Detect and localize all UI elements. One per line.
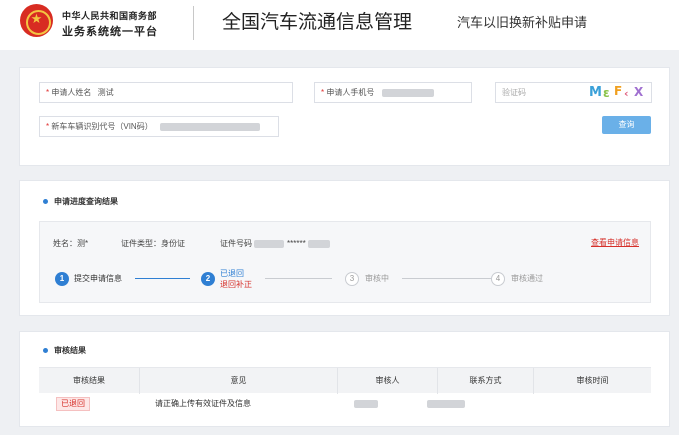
vin-field[interactable]: * 新车车辆识别代号（VIN码） <box>39 116 279 137</box>
review-status-cell: 已退回 <box>56 396 90 412</box>
required-mark: * <box>46 88 50 97</box>
page-subtitle: 汽车以旧换新补贴申请 <box>457 15 588 30</box>
applicant-name-info: 姓名：测* <box>53 239 89 248</box>
review-result-panel: 审核结果 审核结果 意见 审核人 联系方式 审核时间 已退回 请正确上传有效证件… <box>19 331 670 427</box>
applicant-name-value: 测试 <box>97 88 114 97</box>
svg-text:‹: ‹ <box>624 87 629 100</box>
reviewer-cell <box>354 396 378 412</box>
result-section-title-text: 审核结果 <box>54 346 86 355</box>
bullet-icon <box>43 199 48 205</box>
redacted-id <box>254 239 284 248</box>
redacted-reviewer <box>354 399 378 408</box>
step-connector-3 <box>402 278 492 279</box>
table-header: 审核结果 意见 审核人 联系方式 审核时间 <box>39 367 651 394</box>
step-3-label: 审核中 <box>365 274 389 283</box>
svg-text:X: X <box>634 85 644 99</box>
step-1-label: 提交申请信息 <box>74 274 122 283</box>
progress-panel: 申请进度查询结果 姓名：测* 证件类型：身份证 证件号码 ****** 查看申请信… <box>19 180 670 316</box>
applicant-phone-field[interactable]: * 申请人手机号 <box>314 82 472 103</box>
step-4-label: 审核通过 <box>511 274 543 283</box>
step-4-indicator: 4 <box>491 272 505 286</box>
progress-section-title-text: 申请进度查询结果 <box>54 197 118 206</box>
id-number-label: 证件号码 <box>220 239 252 248</box>
id-type-info: 证件类型：身份证 <box>121 239 185 248</box>
progress-section-title: 申请进度查询结果 <box>43 196 118 207</box>
view-application-link[interactable]: 查看申请信息 <box>591 237 639 248</box>
column-header: 审核结果 <box>73 376 105 385</box>
bullet-icon <box>43 348 48 354</box>
progress-box: 姓名：测* 证件类型：身份证 证件号码 ****** 查看申请信息 1 提交申请信… <box>39 221 651 303</box>
review-opinion-cell: 请正确上传有效证件及信息 <box>155 399 251 408</box>
vin-label: 新车车辆识别代号（VIN码） <box>51 122 153 131</box>
query-form-panel: * 申请人姓名 测试 * 申请人手机号 验证码 M ε F ‹ X * 新车车辆… <box>19 67 670 166</box>
result-section-title: 审核结果 <box>43 345 86 356</box>
captcha-placeholder: 验证码 <box>502 88 526 97</box>
column-header: 意见 <box>139 368 337 394</box>
page-title: 全国汽车流通信息管理 <box>222 12 413 33</box>
contact-cell <box>427 396 465 412</box>
applicant-name-field[interactable]: * 申请人姓名 测试 <box>39 82 293 103</box>
id-number-info: 证件号码 ****** <box>220 238 330 249</box>
svg-text:M: M <box>589 85 602 100</box>
column-header: 审核时间 <box>533 368 651 394</box>
redacted-phone <box>381 88 434 97</box>
redacted-id <box>307 239 330 248</box>
required-mark: * <box>321 88 325 97</box>
step-2-label: 已退回 <box>220 269 244 278</box>
header-divider <box>193 6 194 40</box>
svg-text:ε: ε <box>603 86 610 100</box>
captcha-image[interactable]: M ε F ‹ X <box>588 82 648 100</box>
header: 中华人民共和国商务部 业务系统统一平台 全国汽车流通信息管理 汽车以旧换新补贴申… <box>0 0 679 50</box>
platform-name: 业务系统统一平台 <box>62 26 158 38</box>
redacted-vin <box>159 122 260 131</box>
svg-text:F: F <box>614 84 622 98</box>
id-number-mask: ****** <box>287 239 306 248</box>
applicant-name-label: 申请人姓名 <box>51 88 92 97</box>
step-connector-2 <box>265 278 332 279</box>
step-3-indicator: 3 <box>345 272 359 286</box>
step-2-sublabel: 退回补正 <box>220 280 252 289</box>
column-header: 审核人 <box>337 368 437 394</box>
query-button[interactable]: 查询 <box>602 116 651 134</box>
applicant-phone-label: 申请人手机号 <box>326 88 375 97</box>
redacted-contact <box>427 399 465 408</box>
org-name: 中华人民共和国商务部 <box>62 11 158 21</box>
step-connector-1 <box>135 278 190 279</box>
required-mark: * <box>46 122 50 131</box>
national-emblem-icon <box>20 4 53 37</box>
step-1-indicator: 1 <box>55 272 69 286</box>
status-badge: 已退回 <box>56 397 90 411</box>
column-header: 联系方式 <box>437 368 533 394</box>
step-2-indicator: 2 <box>201 272 215 286</box>
